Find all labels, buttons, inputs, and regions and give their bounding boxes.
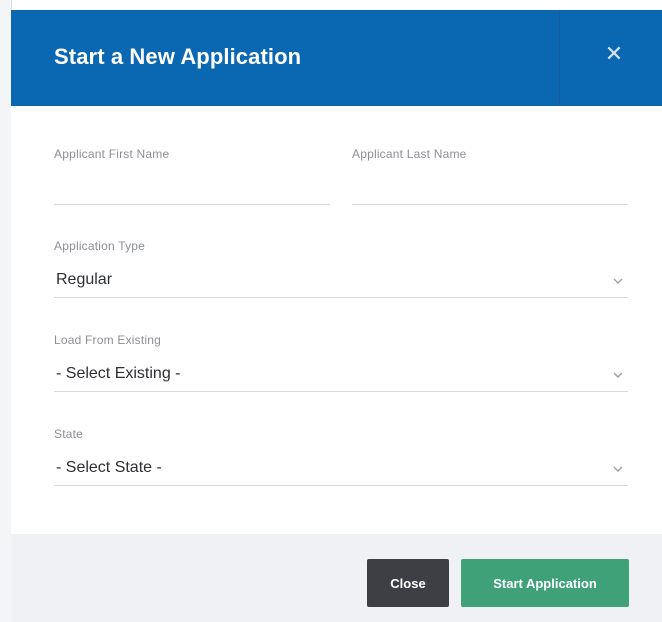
modal-header: Start a New Application ✕ bbox=[11, 10, 662, 106]
load-existing-select[interactable]: - Select Existing - bbox=[54, 358, 628, 390]
last-name-field[interactable] bbox=[352, 170, 628, 204]
chevron-down-icon bbox=[612, 463, 624, 475]
load-existing-value: - Select Existing - bbox=[56, 365, 181, 382]
state-underline bbox=[54, 485, 628, 486]
close-icon[interactable]: ✕ bbox=[600, 40, 628, 68]
state-value: - Select State - bbox=[56, 459, 162, 476]
first-name-label: Applicant First Name bbox=[54, 147, 170, 161]
load-existing-label: Load From Existing bbox=[54, 333, 161, 347]
application-type-select[interactable]: Regular bbox=[54, 264, 628, 296]
header-divider bbox=[559, 10, 560, 106]
new-application-modal: Start a New Application ✕ Applicant Firs… bbox=[11, 10, 662, 622]
state-label: State bbox=[54, 427, 84, 441]
state-select[interactable]: - Select State - bbox=[54, 452, 628, 484]
first-name-field[interactable] bbox=[54, 170, 330, 204]
last-name-underline bbox=[352, 204, 628, 205]
modal-footer: Close Start Application bbox=[11, 534, 662, 622]
chevron-down-icon bbox=[612, 275, 624, 287]
load-existing-underline bbox=[54, 391, 628, 392]
close-button[interactable]: Close bbox=[367, 559, 449, 607]
application-type-underline bbox=[54, 297, 628, 298]
first-name-underline bbox=[54, 204, 330, 205]
chevron-down-icon bbox=[612, 369, 624, 381]
last-name-label: Applicant Last Name bbox=[352, 147, 467, 161]
modal-title: Start a New Application bbox=[54, 44, 302, 69]
application-type-value: Regular bbox=[56, 271, 113, 288]
application-type-label: Application Type bbox=[54, 239, 146, 253]
start-application-button[interactable]: Start Application bbox=[461, 559, 629, 607]
